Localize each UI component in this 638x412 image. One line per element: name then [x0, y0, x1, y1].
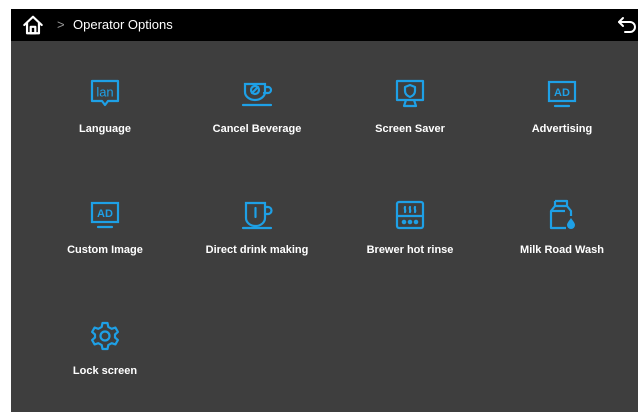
- option-label-lock-screen: Lock screen: [72, 365, 138, 377]
- top-bar: > Operator Options: [11, 9, 638, 41]
- option-label-milk-road-wash: Milk Road Wash: [520, 244, 604, 256]
- option-label-custom-image: Custom Image: [67, 244, 143, 256]
- option-label-brewer-hot-rinse: Brewer hot rinse: [366, 244, 454, 256]
- option-screen-saver[interactable]: Screen Saver: [335, 78, 485, 158]
- breadcrumb-separator: >: [57, 17, 65, 32]
- operator-options-screen: > Operator Options lan Language Cancel B…: [11, 9, 638, 412]
- option-milk-road-wash[interactable]: Milk Road Wash: [487, 199, 637, 279]
- option-label-advertising: Advertising: [531, 123, 593, 135]
- option-label-cancel-beverage: Cancel Beverage: [212, 123, 302, 135]
- advertising-monitor-icon: AD: [546, 78, 578, 110]
- direct-drink-cup-icon: [241, 199, 273, 231]
- page-title: Operator Options: [73, 17, 173, 32]
- return-arrow-icon[interactable]: [617, 16, 637, 34]
- option-brewer-hot-rinse[interactable]: Brewer hot rinse: [335, 199, 485, 279]
- milk-carton-wash-icon: [546, 199, 578, 231]
- option-language[interactable]: lan Language: [30, 78, 180, 158]
- screen-saver-monitor-icon: [394, 78, 426, 110]
- custom-image-monitor-icon: AD: [89, 199, 121, 231]
- language-icon: lan: [89, 78, 121, 110]
- option-lock-screen[interactable]: Lock screen: [30, 320, 180, 400]
- option-label-language: Language: [79, 123, 131, 135]
- option-advertising[interactable]: AD Advertising: [487, 78, 637, 158]
- option-custom-image[interactable]: AD Custom Image: [30, 199, 180, 279]
- brewer-hot-rinse-icon: [394, 199, 426, 231]
- option-label-screen-saver: Screen Saver: [375, 123, 445, 135]
- option-label-direct-drink-making: Direct drink making: [205, 244, 309, 256]
- option-cancel-beverage[interactable]: Cancel Beverage: [182, 78, 332, 158]
- svg-text:AD: AD: [554, 87, 570, 99]
- svg-text:AD: AD: [97, 208, 113, 220]
- option-direct-drink-making[interactable]: Direct drink making: [182, 199, 332, 279]
- home-icon[interactable]: [22, 14, 44, 36]
- cancel-beverage-cup-icon: [241, 78, 273, 110]
- svg-text:lan: lan: [96, 85, 113, 100]
- lock-screen-gear-icon: [89, 320, 121, 352]
